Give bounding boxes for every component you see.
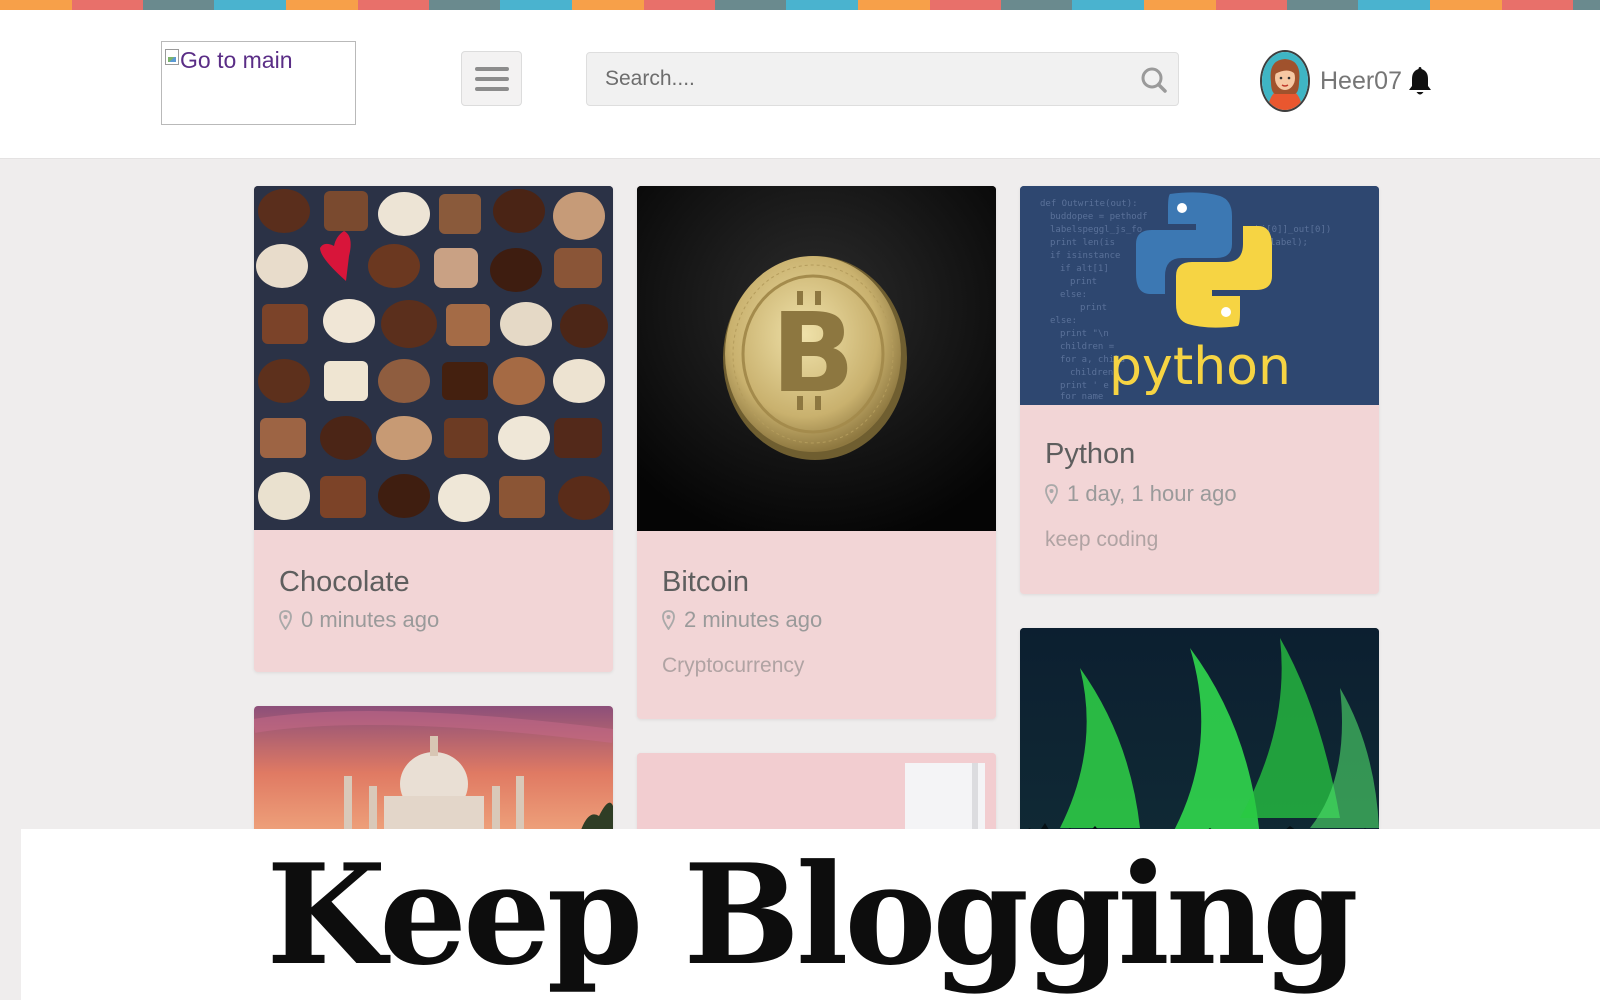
- svg-text:else:: else:: [1060, 290, 1087, 300]
- logo-alt-text[interactable]: Go to main: [180, 47, 293, 73]
- svg-text:buddopee = pethodf: buddopee = pethodf: [1050, 212, 1148, 222]
- post-image-python: def Outwrite(out): buddopee = pethodf la…: [1020, 186, 1379, 405]
- svg-text:label);: label);: [1270, 238, 1308, 248]
- post-title[interactable]: Python: [1045, 438, 1135, 471]
- hamburger-menu-button[interactable]: [461, 51, 522, 106]
- svg-text:def Outwrite(out):: def Outwrite(out):: [1040, 199, 1138, 209]
- search-input[interactable]: [587, 53, 1127, 105]
- svg-text:if isinstance: if isinstance: [1050, 251, 1120, 261]
- svg-text:B: B: [771, 289, 855, 417]
- svg-text:print len(is: print len(is: [1050, 238, 1115, 248]
- post-tag: Cryptocurrency: [662, 654, 805, 677]
- post-image-chocolate: [254, 186, 613, 530]
- post-time: 1 day, 1 hour ago: [1067, 481, 1237, 506]
- post-time: 2 minutes ago: [684, 607, 823, 632]
- user-menu[interactable]: Heer07: [1260, 50, 1432, 112]
- post-image-aurora: [1020, 628, 1379, 853]
- post-tag: keep coding: [1045, 528, 1159, 551]
- location-pin-icon: [279, 610, 292, 630]
- python-logo-text: python: [1109, 337, 1291, 397]
- svg-text:print: print: [1080, 303, 1107, 313]
- post-card-chocolate[interactable]: Chocolate 0 minutes ago: [254, 186, 613, 672]
- svg-text:labelspeggl_js_fo: labelspeggl_js_fo: [1050, 225, 1142, 235]
- post-card-python[interactable]: def Outwrite(out): buddopee = pethodf la…: [1020, 186, 1379, 594]
- svg-text:for name: for name: [1060, 392, 1103, 402]
- location-pin-icon: [662, 610, 675, 630]
- banner: Keep Blogging: [21, 829, 1600, 1000]
- svg-text:if alt[1]: if alt[1]: [1060, 264, 1109, 274]
- banner-heading: Keep Blogging: [266, 833, 1358, 996]
- search-bar: [586, 52, 1179, 106]
- logo-link[interactable]: Go to main: [161, 41, 356, 125]
- post-card-bitcoin[interactable]: B Bitcoin 2 minutes ago Cryptocurrency: [637, 186, 996, 719]
- svg-text:children =: children =: [1060, 342, 1115, 352]
- svg-text:else:: else:: [1050, 316, 1077, 326]
- post-title[interactable]: Bitcoin: [662, 566, 749, 599]
- search-icon[interactable]: [1140, 66, 1168, 94]
- site-header: Go to main Heer07: [0, 10, 1600, 159]
- svg-text:children: children: [1070, 368, 1113, 378]
- broken-image-icon: [165, 49, 179, 65]
- svg-text:print: print: [1070, 277, 1097, 287]
- post-image-bitcoin: B: [637, 186, 996, 531]
- user-avatar[interactable]: [1260, 50, 1310, 112]
- hamburger-menu-icon: [474, 66, 509, 71]
- svg-text:print ' e: print ' e: [1060, 381, 1109, 391]
- username[interactable]: Heer07: [1320, 67, 1402, 96]
- post-time: 0 minutes ago: [301, 607, 440, 632]
- svg-text:print "\n: print "\n: [1060, 329, 1109, 339]
- top-color-stripe: [0, 0, 1600, 10]
- location-pin-icon: [1045, 484, 1058, 504]
- bell-icon[interactable]: [1408, 65, 1432, 97]
- post-card-aurora[interactable]: [1020, 628, 1379, 853]
- post-title[interactable]: Chocolate: [279, 566, 410, 599]
